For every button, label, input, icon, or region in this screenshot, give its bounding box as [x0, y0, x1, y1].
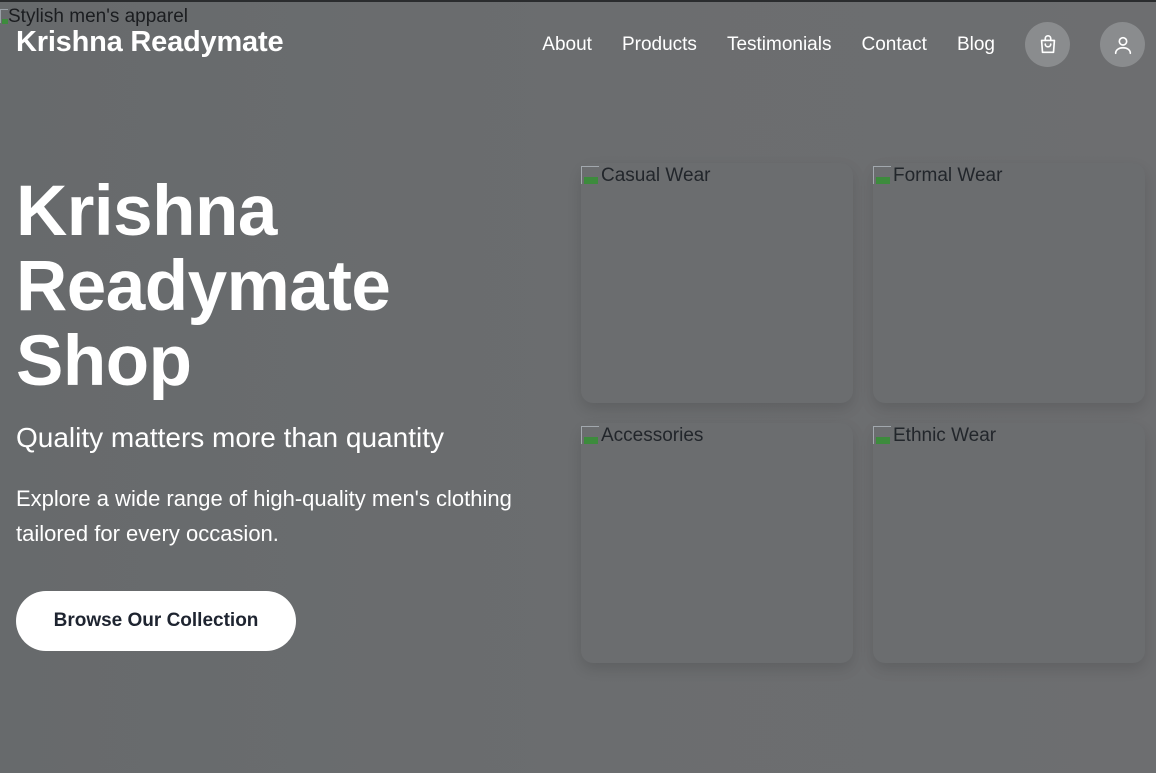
category-alt-text: Casual Wear: [601, 165, 711, 186]
broken-image-icon: [873, 166, 891, 184]
brand-logo[interactable]: Krishna Readymate: [16, 26, 284, 59]
page: Stylish men's apparel Krishna Readymate …: [0, 0, 1156, 773]
nav-testimonials[interactable]: Testimonials: [727, 34, 832, 56]
main-nav: About Products Testimonials Contact Blog: [542, 22, 1145, 67]
shopping-bag-icon: [1040, 34, 1055, 53]
nav-about[interactable]: About: [542, 34, 592, 56]
broken-image-icon: [581, 426, 599, 444]
category-card-accessories[interactable]: Accessories: [581, 423, 853, 663]
nav-contact[interactable]: Contact: [861, 34, 926, 56]
hero-subtitle: Quality matters more than quantity: [16, 422, 444, 453]
broken-image-icon: [0, 9, 8, 24]
category-alt-text: Ethnic Wear: [893, 425, 997, 446]
category-card-casual[interactable]: Casual Wear: [581, 163, 853, 403]
broken-image-icon: [581, 166, 599, 184]
cart-button[interactable]: [1025, 22, 1070, 67]
browse-collection-button[interactable]: Browse Our Collection: [16, 591, 296, 651]
category-image: Casual Wear: [581, 165, 710, 187]
hero-title: Krishna Readymate Shop: [16, 172, 391, 401]
hero-background-image: Stylish men's apparel: [0, 6, 188, 28]
category-grid: Casual Wear Formal Wear Accessories Ethn…: [581, 163, 1145, 663]
category-card-formal[interactable]: Formal Wear: [873, 163, 1145, 403]
category-image: Formal Wear: [873, 165, 1002, 187]
hero-description: Explore a wide range of high-quality men…: [16, 486, 512, 546]
account-button[interactable]: [1100, 22, 1145, 67]
nav-products[interactable]: Products: [622, 34, 697, 56]
user-icon: [1114, 36, 1131, 54]
broken-image-icon: [873, 426, 891, 444]
category-card-ethnic[interactable]: Ethnic Wear: [873, 423, 1145, 663]
category-image: Ethnic Wear: [873, 425, 996, 447]
category-alt-text: Accessories: [601, 425, 704, 446]
nav-blog[interactable]: Blog: [957, 34, 995, 56]
category-image: Accessories: [581, 425, 703, 447]
category-alt-text: Formal Wear: [893, 165, 1003, 186]
hero-background-alt-text: Stylish men's apparel: [8, 6, 188, 27]
